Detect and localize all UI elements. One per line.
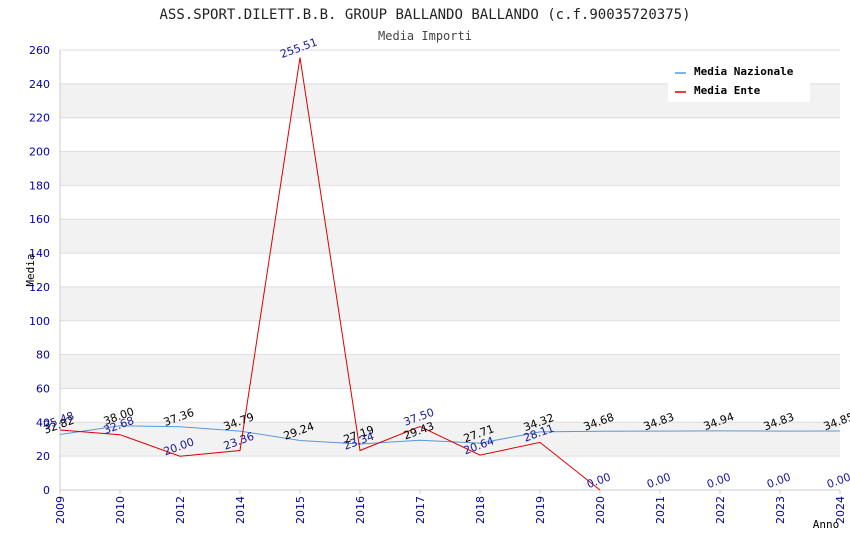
data-label: 255.51 bbox=[278, 36, 319, 61]
x-tick-label: 2022 bbox=[714, 496, 727, 524]
x-axis-label: Anno bbox=[813, 518, 840, 531]
y-tick-label: 240 bbox=[29, 78, 50, 91]
x-tick-label: 2021 bbox=[654, 496, 667, 524]
x-tick-label: 2018 bbox=[474, 496, 487, 524]
chart-subtitle: Media Importi bbox=[378, 29, 472, 43]
y-tick-label: 20 bbox=[36, 450, 50, 463]
y-tick-label: 220 bbox=[29, 112, 50, 125]
x-tick-label: 2016 bbox=[354, 496, 367, 524]
x-tick-label: 2017 bbox=[414, 496, 427, 524]
x-tick-label: 2010 bbox=[114, 496, 127, 524]
grid-band bbox=[60, 219, 840, 254]
legend-label-media-ente: Media Ente bbox=[694, 84, 761, 97]
x-tick-label: 2020 bbox=[594, 496, 607, 524]
data-label: 0.00 bbox=[705, 470, 732, 491]
y-tick-label: 160 bbox=[29, 213, 50, 226]
y-tick-label: 180 bbox=[29, 179, 50, 192]
data-label: 0.00 bbox=[645, 470, 672, 491]
y-tick-label: 100 bbox=[29, 315, 50, 328]
x-tick-label: 2015 bbox=[294, 496, 307, 524]
y-axis-label: Media bbox=[24, 253, 37, 286]
y-tick-label: 60 bbox=[36, 382, 50, 395]
grid-band bbox=[60, 151, 840, 186]
grid-band bbox=[60, 354, 840, 389]
y-tick-label: 260 bbox=[29, 44, 50, 57]
y-tick-label: 80 bbox=[36, 349, 50, 362]
x-tick-label: 2019 bbox=[534, 496, 547, 524]
x-tick-label: 2009 bbox=[54, 496, 67, 524]
chart: 020406080100120140160180200220240260 200… bbox=[24, 7, 850, 531]
grid-band bbox=[60, 286, 840, 321]
chart-title: ASS.SPORT.DILETT.B.B. GROUP BALLANDO BAL… bbox=[159, 7, 690, 23]
x-tick-label: 2014 bbox=[234, 496, 247, 524]
y-tick-label: 0 bbox=[43, 484, 50, 497]
x-tick-label: 2023 bbox=[774, 496, 787, 524]
legend-label-media-nazionale: Media Nazionale bbox=[694, 65, 794, 78]
x-tick-label: 2012 bbox=[174, 496, 187, 524]
data-label: 0.00 bbox=[765, 470, 792, 491]
x-tick-labels: 2009 2010 2012 2014 2015 2016 2017 2018 2019 2020… bbox=[54, 490, 847, 524]
y-tick-label: 200 bbox=[29, 146, 50, 159]
data-label: 0.00 bbox=[585, 470, 612, 491]
legend: Media Nazionale Media Ente bbox=[668, 60, 810, 102]
data-label: 0.00 bbox=[825, 470, 850, 491]
grid-bands bbox=[60, 83, 840, 457]
